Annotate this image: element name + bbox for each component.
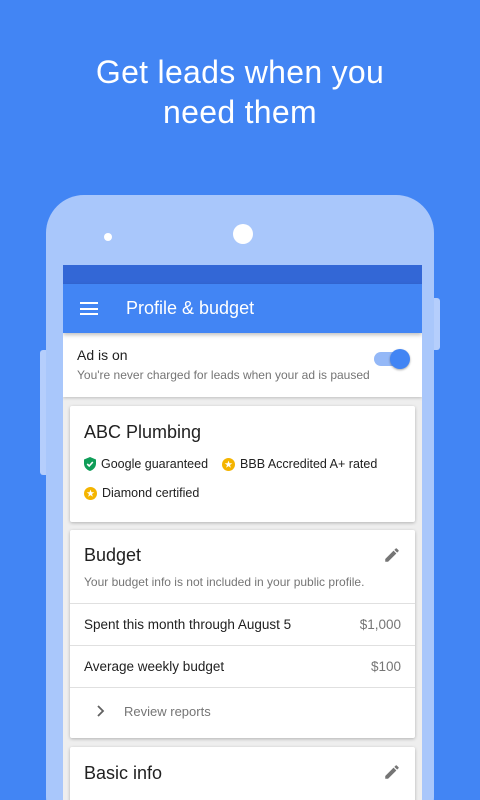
budget-title: Budget [84,545,142,565]
phone-sensor [104,233,112,241]
phone-screen: Profile & budget Ad is on You're never c… [63,265,422,800]
badge-diamond-certified: Diamond certified [84,486,199,500]
ad-status-subtitle: You're never charged for leads when your… [77,368,370,382]
budget-row-spent: Spent this month through August 5 $1,000 [70,604,415,646]
star-badge-icon [222,457,236,471]
budget-note: Your budget info is not included in your… [84,575,365,589]
badge-row: Diamond certified [84,486,401,500]
basic-info-title: Basic info [84,763,163,783]
badge-label: Diamond certified [102,486,200,500]
review-reports-button[interactable]: Review reports [70,688,415,734]
budget-row-label: Average weekly budget [84,659,225,674]
ad-status-row: Ad is on You're never charged for leads … [63,333,422,397]
shield-check-icon [84,457,96,471]
budget-card: Budget Your budget info is not included … [70,530,415,738]
pencil-icon[interactable] [383,546,401,564]
page-title: Profile & budget [126,298,255,318]
budget-row-label: Spent this month through August 5 [84,617,292,632]
budget-header: Budget Your budget info is not included … [70,530,415,604]
badge-google-guaranteed: Google guaranteed [84,457,208,471]
budget-row-value: $1,000 [359,617,401,632]
budget-row-weekly: Average weekly budget $100 [70,646,415,688]
phone-power-button [434,298,440,350]
badge-label: BBB Accredited A+ rated [240,457,378,471]
headline-line-1: Get leads when you [95,54,385,90]
app-bar: Profile & budget [63,284,422,333]
phone-camera [233,224,253,244]
business-card: ABC Plumbing Google guaranteed BBB Accre… [70,406,415,522]
badge-bbb: BBB Accredited A+ rated [222,457,377,471]
ad-toggle[interactable] [374,349,410,369]
ad-status-title: Ad is on [77,347,128,363]
headline-line-2: need them [163,94,317,130]
review-reports-label: Review reports [124,703,211,719]
badge-label: Google guaranteed [101,457,209,471]
basic-info-card: Basic info [70,747,415,800]
badge-row: Google guaranteed BBB Accredited A+ rate… [84,457,401,471]
status-bar [63,265,422,284]
budget-row-value: $100 [370,659,401,674]
pencil-icon[interactable] [383,763,401,781]
chevron-right-icon [97,705,105,717]
business-name: ABC Plumbing [84,422,202,442]
star-badge-icon [84,486,97,500]
headline: Get leads when you need them [0,52,480,132]
menu-icon[interactable] [80,302,98,315]
